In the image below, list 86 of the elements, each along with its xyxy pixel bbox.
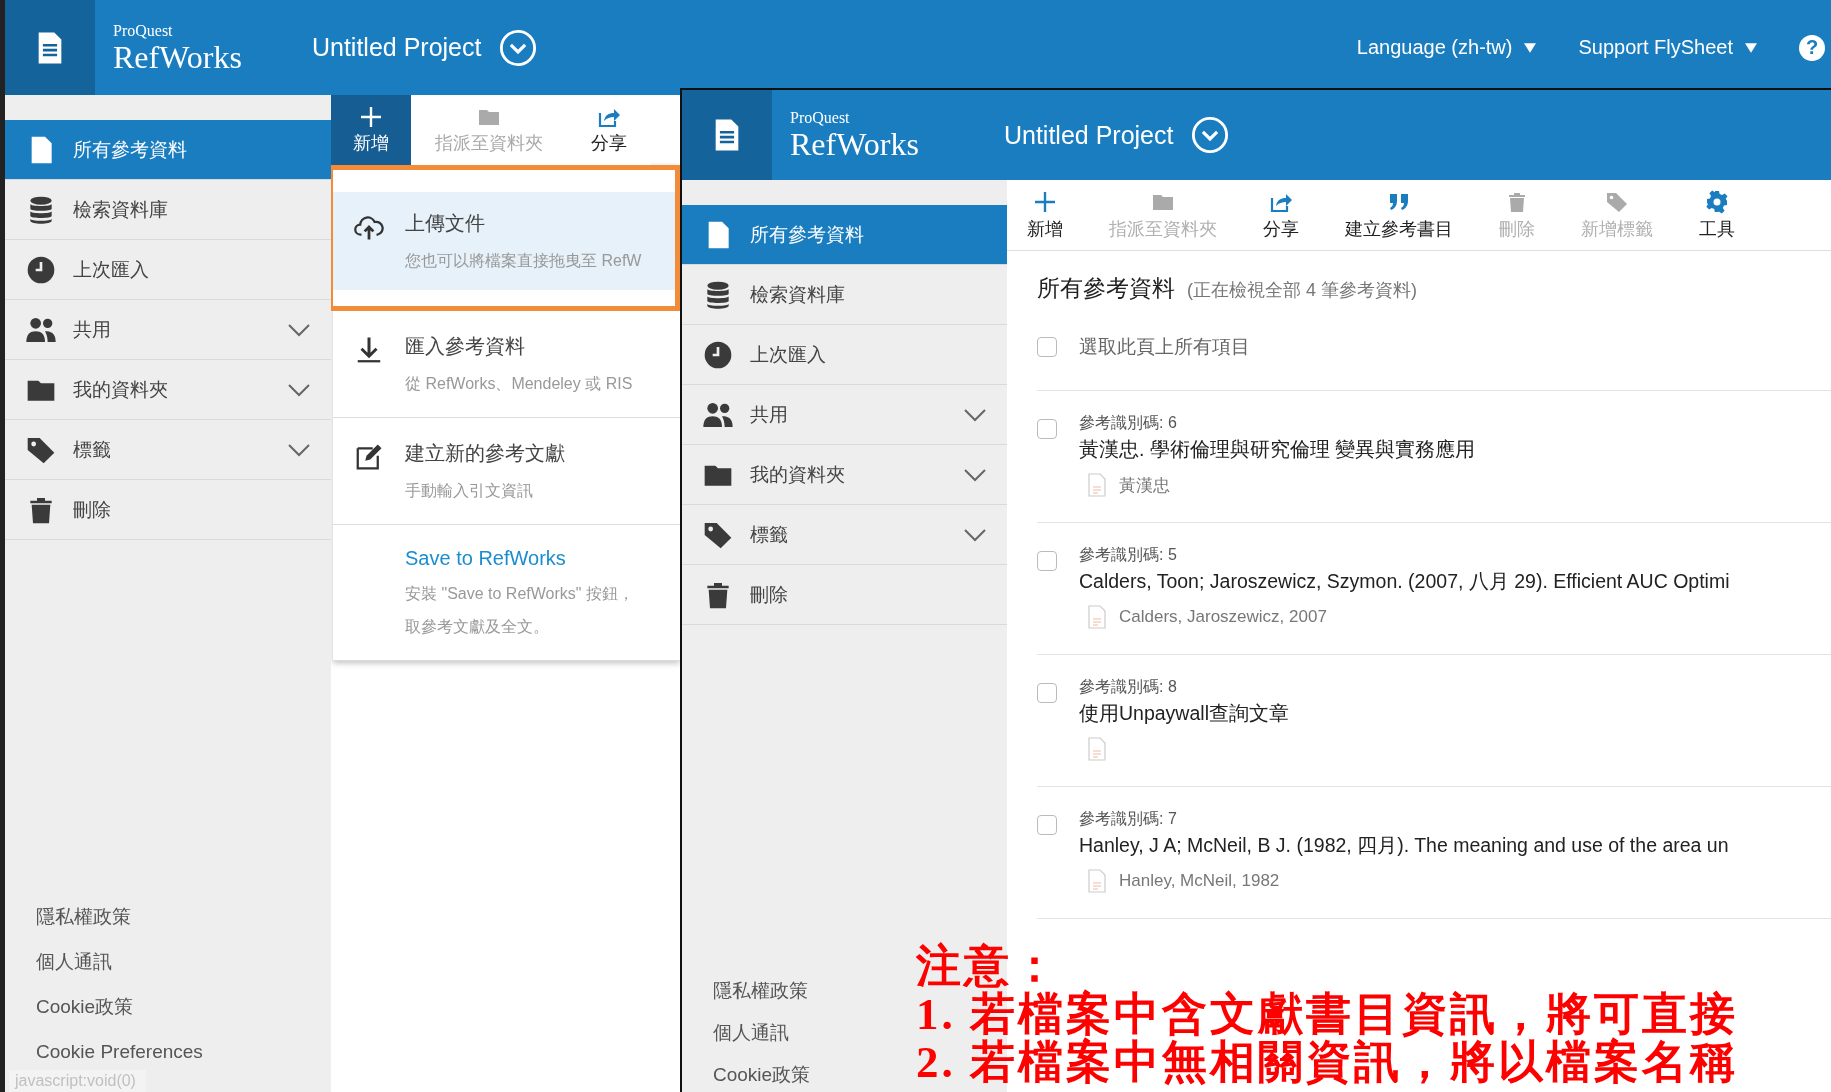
- sidebar-item[interactable]: 檢索資料庫: [5, 180, 331, 240]
- sidebar-item[interactable]: 所有參考資料: [682, 205, 1007, 265]
- footer-link[interactable]: Cookie政策: [36, 984, 134, 1029]
- menu-item-title: 匯入參考資料: [405, 334, 526, 359]
- logo-block[interactable]: [5, 0, 95, 95]
- toolbar-button[interactable]: 建立參考書目: [1329, 180, 1469, 250]
- plus-icon: [1033, 189, 1057, 214]
- brand-name: RefWorks: [113, 40, 242, 73]
- toolbar-button[interactable]: 工具: [1683, 180, 1751, 250]
- menu-item[interactable]: 上傳文件 您也可以將檔案直接拖曳至 RefW: [328, 165, 680, 311]
- chevron-icon: [963, 467, 987, 482]
- menu-item-description: 取參考文獻及全文。: [405, 617, 550, 637]
- sidebar-item[interactable]: 標籤: [5, 420, 331, 480]
- reference-title[interactable]: Hanley, J A; McNeil, B J. (1982, 四月). The meaning and use of the area un: [1079, 832, 1729, 859]
- chevron-down-icon[interactable]: [499, 28, 538, 67]
- checkbox[interactable]: [1037, 815, 1057, 835]
- chevron-down-icon[interactable]: [1191, 116, 1230, 154]
- sidebar-item[interactable]: 刪除: [682, 565, 1007, 625]
- file-icon: [1087, 737, 1107, 761]
- sidebar-item[interactable]: 上次匯入: [5, 240, 331, 300]
- annotation-note: 2. 若檔案中無相關資訊，將以檔案名稱: [916, 1038, 1738, 1086]
- checkbox[interactable]: [1037, 419, 1057, 439]
- menu-item-description: 手動輸入引文資訊: [405, 481, 534, 501]
- toolbar-button[interactable]: 分享: [1247, 180, 1315, 250]
- reference-authors: Hanley, McNeil, 1982: [1119, 871, 1280, 891]
- file-icon: [1087, 473, 1107, 497]
- chevron-icon: [287, 322, 311, 337]
- sidebar-item[interactable]: 所有參考資料: [5, 120, 331, 180]
- toolbar-button[interactable]: 新增: [331, 95, 411, 165]
- menu-item-title: Save to RefWorks: [405, 547, 567, 570]
- reference-id: 參考識別碼: 8: [1079, 677, 1178, 697]
- reference-authors: 黃漢忠: [1119, 474, 1170, 497]
- menu-item-title: 上傳文件: [405, 211, 486, 236]
- plus-icon: [359, 105, 383, 129]
- menu-item-description: 從 RefWorks、Mendeley 或 RIS: [405, 374, 633, 394]
- checkbox[interactable]: [1037, 683, 1057, 703]
- sidebar-item[interactable]: 標籤: [682, 505, 1007, 565]
- checkbox[interactable]: [1037, 337, 1057, 357]
- page-heading: 所有參考資料: [1037, 274, 1175, 303]
- sidebar-item[interactable]: 我的資料夾: [5, 360, 331, 420]
- help-icon[interactable]: ?: [1799, 34, 1825, 61]
- menu-item-description: 安裝 "Save to RefWorks" 按鈕，: [405, 584, 634, 604]
- sidebar-item[interactable]: 共用: [5, 300, 331, 360]
- sidebar-item[interactable]: 共用: [682, 385, 1007, 445]
- sidebar-item[interactable]: 上次匯入: [682, 325, 1007, 385]
- chevron-icon: [287, 442, 311, 457]
- reference-title[interactable]: 使用Unpaywall查詢文章: [1079, 700, 1289, 727]
- caret-icon: [1524, 42, 1537, 53]
- reference-id: 參考識別碼: 6: [1079, 413, 1178, 433]
- project-title[interactable]: Untitled Project: [1003, 120, 1174, 150]
- sidebar-item[interactable]: 我的資料夾: [682, 445, 1007, 505]
- chevron-icon: [963, 407, 987, 422]
- brand-subtitle: ProQuest: [113, 22, 174, 39]
- toolbar-button[interactable]: 新增: [1011, 180, 1079, 250]
- chevron-icon: [963, 527, 987, 542]
- annotation-note: 1. 若檔案中含文獻書目資訊，將可直接: [916, 990, 1738, 1038]
- gear-icon: [1705, 189, 1729, 214]
- reference-authors: Calders, Jaroszewicz, 2007: [1119, 607, 1327, 627]
- sidebar-item[interactable]: 刪除: [5, 480, 331, 540]
- file-icon: [1087, 605, 1107, 629]
- brand-name: RefWorks: [790, 128, 919, 160]
- footer-link[interactable]: 隱私權政策: [36, 894, 131, 939]
- header-dropdown[interactable]: Support FlySheet: [1578, 36, 1757, 59]
- caret-icon: [1745, 42, 1757, 53]
- annotation-title: 注意：: [916, 942, 1061, 990]
- chevron-icon: [287, 382, 311, 397]
- sidebar-item[interactable]: 檢索資料庫: [682, 265, 1007, 325]
- project-title[interactable]: Untitled Project: [311, 33, 482, 62]
- logo-block[interactable]: [682, 90, 772, 180]
- header-dropdown[interactable]: Language (zh-tw): [1356, 36, 1537, 59]
- menu-item-description: 您也可以將檔案直接拖曳至 RefW: [405, 251, 642, 271]
- reference-title[interactable]: Calders, Toon; Jaroszewicz, Szymon. (2007, 八月 29). Efficient AUC Optimi: [1079, 568, 1730, 595]
- menu-item-title: 建立新的參考文獻: [405, 441, 565, 466]
- footer-link[interactable]: 個人通訊: [713, 1012, 789, 1054]
- footer-link[interactable]: 個人通訊: [36, 939, 112, 984]
- footer-link[interactable]: Cookie政策: [713, 1054, 811, 1092]
- brand-subtitle: ProQuest: [790, 110, 851, 126]
- edit-icon: [354, 442, 384, 472]
- reference-id: 參考識別碼: 7: [1079, 809, 1178, 829]
- file-icon: [1087, 869, 1107, 893]
- reference-title[interactable]: 黃漢忠. 學術倫理與研究倫理 變異與實務應用: [1079, 436, 1476, 463]
- select-all-label: 選取此頁上所有項目: [1079, 335, 1250, 359]
- reference-id: 參考識別碼: 5: [1079, 545, 1178, 565]
- checkbox[interactable]: [1037, 551, 1057, 571]
- footer-link[interactable]: 隱私權政策: [713, 970, 808, 1012]
- reference-count: (正在檢視全部 4 筆參考資料): [1187, 279, 1417, 302]
